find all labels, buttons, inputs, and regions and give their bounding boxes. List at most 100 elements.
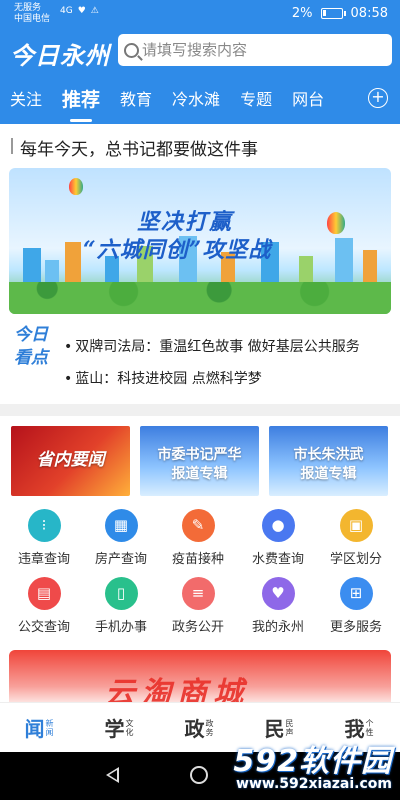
headline-marker bbox=[11, 138, 13, 154]
watermark-url: www.592xiazai.com bbox=[236, 776, 392, 792]
service-label: 更多服务 bbox=[329, 620, 382, 635]
service-label: 公交查询 bbox=[17, 620, 70, 635]
building-shape bbox=[363, 250, 377, 286]
balloon-icon bbox=[327, 212, 345, 234]
banner-title-line2: “六城同创”攻坚战 bbox=[83, 237, 272, 263]
school-icon: ▣ bbox=[339, 509, 373, 542]
mayor-report-banner[interactable]: 市长朱洪武 报道专辑 bbox=[269, 426, 388, 496]
search-input[interactable] bbox=[142, 41, 372, 59]
campaign-banner[interactable]: 坚决打赢 “六城同创”攻坚战 bbox=[9, 168, 391, 314]
document-icon: ≡ bbox=[181, 577, 215, 610]
today-news-item[interactable]: 蓝山：科技进校园 点燃科学梦 bbox=[64, 368, 390, 388]
trees-decoration bbox=[9, 282, 391, 314]
nav-sub: 政务 bbox=[205, 718, 214, 737]
app-screen: 无服务 中国电信 4G ♥ ⚠ 2% 08:58 今日永州 关注 推荐 教育 冷… bbox=[0, 0, 400, 800]
building-shape bbox=[335, 238, 353, 286]
banner-label: 省内要闻 bbox=[36, 450, 105, 470]
notification-icon: ♥ bbox=[77, 6, 86, 16]
app-logo: 今日永州 bbox=[10, 41, 110, 70]
tab-lengshuitan[interactable]: 冷水滩 bbox=[162, 86, 230, 110]
building-shape bbox=[65, 242, 81, 286]
today-news-item[interactable]: 双牌司法局：重温红色故事 做好基层公共服务 bbox=[64, 336, 390, 356]
service-label: 我的永州 bbox=[251, 620, 304, 635]
clock: 08:58 bbox=[350, 6, 388, 21]
banner-label-line1: 市长朱洪武 bbox=[293, 447, 364, 463]
service-school-district[interactable]: ▣ 学区划分 bbox=[316, 509, 396, 567]
secretary-report-banner[interactable]: 市委书记严华 报道专辑 bbox=[140, 426, 259, 496]
home-icon[interactable] bbox=[190, 766, 208, 784]
service-label: 违章查询 bbox=[17, 552, 70, 567]
heart-hand-icon: ♥ bbox=[261, 577, 295, 610]
status-icons: 4G ♥ ⚠ bbox=[60, 6, 99, 16]
section-divider bbox=[0, 404, 400, 416]
carrier-name: 中国电信 bbox=[14, 14, 51, 24]
service-label: 政务公开 bbox=[171, 620, 224, 635]
tab-tuijian[interactable]: 推荐 bbox=[52, 85, 110, 112]
today-logo: 今日看点 bbox=[14, 325, 48, 368]
headline-row[interactable]: 每年今天，总书记都要做这件事 bbox=[0, 124, 400, 168]
syringe-icon: ✎ bbox=[181, 509, 215, 542]
signal-label: 4G bbox=[60, 6, 73, 16]
grid-icon: ⊞ bbox=[339, 577, 373, 610]
service-water-bill[interactable]: ● 水费查询 bbox=[238, 509, 318, 567]
status-bar: 无服务 中国电信 4G ♥ ⚠ 2% 08:58 bbox=[0, 0, 400, 28]
mall-ad-banner[interactable]: 云淘商城 bbox=[9, 650, 391, 702]
search-icon bbox=[124, 42, 139, 58]
nav-char: 闻 bbox=[24, 717, 45, 741]
service-government-disclosure[interactable]: ≡ 政务公开 bbox=[158, 577, 238, 635]
battery-percent: 2% bbox=[291, 6, 313, 21]
service-bus-query[interactable]: ▤ 公交查询 bbox=[4, 577, 84, 635]
watermark: 592软件园 www.592xiazai.com bbox=[233, 736, 392, 792]
tab-jiaoyu[interactable]: 教育 bbox=[110, 86, 162, 110]
nav-char: 学 bbox=[104, 717, 125, 741]
carrier-status: 无服务 bbox=[14, 3, 42, 13]
add-channel-icon[interactable]: + bbox=[368, 88, 388, 108]
nav-government[interactable]: 政 政务 bbox=[185, 713, 216, 742]
tab-guanzhu[interactable]: 关注 bbox=[0, 86, 52, 110]
tab-wangtai[interactable]: 网台 bbox=[282, 86, 334, 110]
battery-icon bbox=[320, 8, 346, 19]
today-highlights: 今日看点 双牌司法局：重温红色故事 做好基层公共服务 蓝山：科技进校园 点燃科学… bbox=[0, 318, 400, 398]
service-violation-query[interactable]: ⁝ 违章查询 bbox=[4, 509, 84, 567]
back-icon[interactable] bbox=[106, 767, 119, 783]
balloon-icon bbox=[69, 178, 83, 195]
nav-culture[interactable]: 学 文化 bbox=[105, 713, 136, 742]
provincial-news-banner[interactable]: 省内要闻 bbox=[11, 426, 130, 496]
service-mobile-affairs[interactable]: ▯ 手机办事 bbox=[81, 577, 161, 635]
banner-label: 市长朱洪武 报道专辑 bbox=[269, 446, 388, 484]
nav-char: 政 bbox=[184, 717, 205, 741]
banner-label-line1: 市委书记严华 bbox=[157, 447, 242, 463]
service-more[interactable]: ⊞ 更多服务 bbox=[316, 577, 396, 635]
category-tabs: 关注 推荐 教育 冷水滩 专题 网台 + bbox=[0, 72, 400, 124]
warning-icon: ⚠ bbox=[90, 6, 99, 16]
carrier-info: 无服务 中国电信 bbox=[14, 3, 50, 25]
tab-zhuanti[interactable]: 专题 bbox=[230, 86, 282, 110]
building-icon: ▦ bbox=[104, 509, 138, 542]
nav-sub: 民声 bbox=[285, 718, 294, 737]
banner-label-line2: 报道专辑 bbox=[171, 466, 228, 482]
service-label: 手机办事 bbox=[94, 620, 147, 635]
service-my-yongzhou[interactable]: ♥ 我的永州 bbox=[238, 577, 318, 635]
service-vaccination[interactable]: ✎ 疫苗接种 bbox=[158, 509, 238, 567]
building-shape bbox=[23, 248, 41, 286]
service-label: 疫苗接种 bbox=[171, 552, 224, 567]
bus-icon: ▤ bbox=[27, 577, 61, 610]
search-box[interactable] bbox=[118, 34, 392, 66]
service-label: 房产查询 bbox=[94, 552, 147, 567]
nav-sub: 文化 bbox=[125, 718, 134, 737]
service-property-query[interactable]: ▦ 房产查询 bbox=[81, 509, 161, 567]
watermark-brand: 592软件园 bbox=[233, 744, 392, 779]
banner-label: 市委书记严华 报道专辑 bbox=[140, 446, 259, 484]
water-drop-icon: ● bbox=[261, 509, 295, 542]
status-right: 2% 08:58 bbox=[292, 6, 388, 21]
banner-label-line2: 报道专辑 bbox=[300, 466, 357, 482]
ad-title: 云淘商城 bbox=[105, 676, 249, 702]
service-label: 水费查询 bbox=[251, 552, 304, 567]
nav-sub: 个性 bbox=[365, 718, 374, 737]
traffic-light-icon: ⁝ bbox=[27, 509, 61, 542]
app-header: 今日永州 bbox=[0, 28, 400, 72]
nav-news[interactable]: 闻 新闻 bbox=[25, 713, 56, 742]
service-label: 学区划分 bbox=[329, 552, 382, 567]
phone-icon: ▯ bbox=[104, 577, 138, 610]
feature-banners: 省内要闻 市委书记严华 报道专辑 市长朱洪武 报道专辑 bbox=[11, 426, 391, 498]
